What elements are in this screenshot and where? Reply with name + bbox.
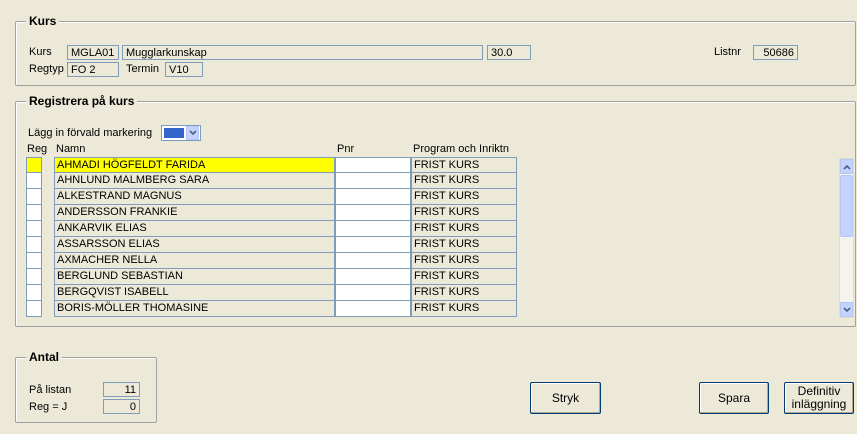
program-cell: FRIST KURS — [411, 301, 517, 317]
antal-group-title: Antal — [26, 350, 62, 364]
pnr-cell — [335, 173, 411, 189]
pnr-cell — [335, 157, 411, 173]
default-marking-select[interactable] — [161, 125, 201, 141]
program-cell: FRIST KURS — [411, 237, 517, 253]
program-cell: FRIST KURS — [411, 285, 517, 301]
scroll-up-icon[interactable] — [840, 159, 853, 174]
program-cell: FRIST KURS — [411, 157, 517, 173]
pnr-cell — [335, 301, 411, 317]
pnr-cell — [335, 237, 411, 253]
pnr-cell — [335, 221, 411, 237]
namn-cell: ASSARSSON ELIAS — [54, 237, 335, 253]
program-cell: FRIST KURS — [411, 205, 517, 221]
scroll-thumb[interactable] — [840, 175, 853, 237]
listnr-label: Listnr — [714, 46, 741, 58]
col-header-namn: Namn — [56, 143, 86, 155]
kurs-points-field[interactable]: 30.0 — [487, 45, 531, 60]
termin-field[interactable]: V10 — [165, 62, 203, 77]
pnr-cell — [335, 269, 411, 285]
listnr-field[interactable]: 50686 — [753, 45, 798, 60]
pa-listan-field: 11 — [103, 382, 140, 397]
reg-cell[interactable] — [26, 221, 42, 237]
grid-scrollbar[interactable] — [839, 158, 854, 318]
reg-cell[interactable] — [26, 285, 42, 301]
stryk-button[interactable]: Stryk — [530, 382, 601, 414]
namn-cell: AXMACHER NELLA — [54, 253, 335, 269]
definitiv-inlaggning-button[interactable]: Definitiv inläggning — [784, 382, 854, 414]
kurs-label: Kurs — [29, 46, 52, 58]
kurs-group-title: Kurs — [26, 14, 60, 28]
namn-cell: AHMADI HÖGFELDT FARIDA — [54, 157, 335, 173]
namn-cell: ALKESTRAND MAGNUS — [54, 189, 335, 205]
pnr-cell — [335, 205, 411, 221]
registrera-group-title: Registrera på kurs — [26, 94, 138, 108]
chevron-down-icon[interactable] — [186, 126, 199, 140]
regtyp-label: Regtyp — [29, 63, 64, 75]
reg-j-field: 0 — [103, 399, 140, 414]
registration-grid: AHMADI HÖGFELDT FARIDA FRIST KURS AHNLUND … — [0, 157, 857, 319]
program-cell: FRIST KURS — [411, 173, 517, 189]
pnr-cell — [335, 285, 411, 301]
reg-cell[interactable] — [26, 253, 42, 269]
program-cell: FRIST KURS — [411, 253, 517, 269]
reg-cell[interactable] — [26, 269, 42, 285]
pa-listan-label: På listan — [29, 384, 72, 396]
namn-cell: ANKARVIK ELIAS — [54, 221, 335, 237]
reg-cell[interactable] — [26, 237, 42, 253]
scroll-down-icon[interactable] — [840, 302, 853, 317]
program-cell: FRIST KURS — [411, 269, 517, 285]
definitiv-line2: inläggning — [791, 397, 847, 411]
reg-cell[interactable] — [26, 205, 42, 221]
namn-cell: BORIS-MÖLLER THOMASINE — [54, 301, 335, 317]
pnr-cell — [335, 253, 411, 269]
program-cell: FRIST KURS — [411, 221, 517, 237]
namn-cell: AHNLUND MALMBERG SARA — [54, 173, 335, 189]
namn-cell: ANDERSSON FRANKIE — [54, 205, 335, 221]
spara-button[interactable]: Spara — [699, 382, 769, 414]
reg-cell[interactable] — [26, 157, 42, 173]
namn-cell: BERGQVIST ISABELL — [54, 285, 335, 301]
kurs-name-field[interactable]: Mugglarkunskap — [122, 45, 483, 60]
color-swatch — [164, 128, 184, 138]
reg-cell[interactable] — [26, 189, 42, 205]
default-marking-label: Lägg in förvald markering — [28, 127, 153, 139]
reg-cell[interactable] — [26, 173, 42, 189]
reg-cell[interactable] — [26, 301, 42, 317]
col-header-pnr: Pnr — [337, 143, 355, 155]
termin-label: Termin — [126, 63, 160, 75]
col-header-program: Program och Inriktn — [413, 143, 509, 155]
program-cell: FRIST KURS — [411, 189, 517, 205]
pnr-cell — [335, 189, 411, 205]
reg-j-label: Reg = J — [29, 401, 68, 413]
regtyp-field[interactable]: FO 2 — [67, 62, 119, 77]
kurs-code-field[interactable]: MGLA01 — [67, 45, 119, 60]
namn-cell: BERGLUND SEBASTIAN — [54, 269, 335, 285]
col-header-reg: Reg — [27, 143, 48, 155]
